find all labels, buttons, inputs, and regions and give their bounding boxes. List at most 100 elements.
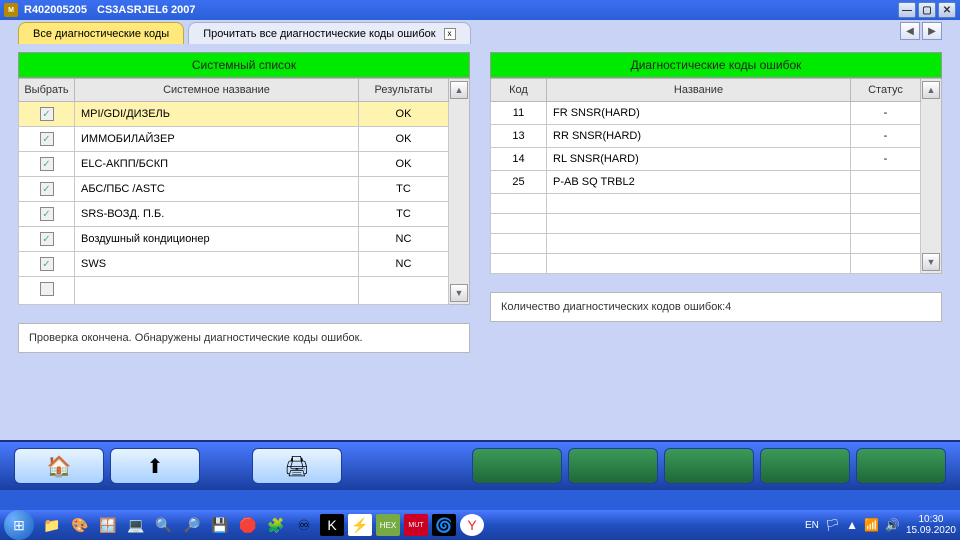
print-button[interactable]: 🖨 (252, 448, 342, 484)
app-icon[interactable]: K (320, 514, 344, 536)
volume-icon[interactable]: 🔊 (885, 518, 900, 532)
table-row[interactable] (491, 234, 921, 254)
cell-select[interactable]: ✓ (19, 102, 75, 127)
table-row[interactable]: ✓SWSNC (19, 252, 449, 277)
cell-select[interactable]: ✓ (19, 177, 75, 202)
title-model: CS3ASRJEL6 2007 (97, 4, 195, 16)
network-icon[interactable]: 📶 (864, 518, 879, 532)
maximize-button[interactable]: ▢ (918, 2, 936, 18)
toolbar-slot-5[interactable] (856, 448, 946, 484)
close-tab-icon[interactable]: x (444, 28, 456, 40)
cell-status (850, 194, 920, 214)
table-row[interactable]: 11FR SNSR(HARD)- (491, 102, 921, 125)
tab-nav: ◀ ▶ (898, 22, 942, 40)
toolbar-slot-4[interactable] (760, 448, 850, 484)
cell-select[interactable]: ✓ (19, 152, 75, 177)
checkbox-icon[interactable]: ✓ (40, 232, 54, 246)
table-row[interactable] (491, 194, 921, 214)
home-button[interactable]: 🏠 (14, 448, 104, 484)
paint-icon[interactable]: 🎨 (68, 514, 92, 536)
table-row[interactable] (19, 277, 449, 305)
language-indicator[interactable]: EN (805, 520, 819, 531)
table-row[interactable]: ✓MPI/GDI/ДИЗЕЛЬOK (19, 102, 449, 127)
table-row[interactable]: ✓Воздушный кондиционерNC (19, 227, 449, 252)
toolbar-slot-3[interactable] (664, 448, 754, 484)
checkbox-icon[interactable]: ✓ (40, 107, 54, 121)
tab-all-codes[interactable]: Все диагностические коды (18, 22, 184, 44)
scroll-up-icon[interactable]: ▲ (450, 81, 468, 99)
toolbar-slot-1[interactable] (472, 448, 562, 484)
checkbox-icon[interactable]: ✓ (40, 182, 54, 196)
back-button[interactable]: ⬆ (110, 448, 200, 484)
dtc-panel: Диагностические коды ошибок Код Название… (490, 52, 942, 430)
windows-taskbar: ⊞ 📁 🎨 🪟 💻 🔍 🔎 💾 🛑 🧩 ♾ K ⚡ HEX MUT 🌀 Y EN… (0, 510, 960, 540)
checkbox-icon[interactable]: ✓ (40, 157, 54, 171)
start-button[interactable]: ⊞ (4, 510, 34, 540)
cell-select[interactable]: ✓ (19, 202, 75, 227)
table-row[interactable] (491, 214, 921, 234)
app-icon[interactable]: ⚡ (348, 514, 372, 536)
table-row[interactable]: ✓ИММОБИЛАЙЗЕРOK (19, 127, 449, 152)
cell-result: OK (358, 102, 448, 127)
app-icon[interactable]: ♾ (292, 514, 316, 536)
table-row[interactable] (491, 254, 921, 274)
toolbar-slot-2[interactable] (568, 448, 658, 484)
close-button[interactable]: ✕ (938, 2, 956, 18)
cell-result: NC (358, 252, 448, 277)
tab-prev-button[interactable]: ◀ (900, 22, 920, 40)
yandex-icon[interactable]: Y (460, 514, 484, 536)
table-row[interactable]: ✓ELC-АКПП/БСКПOK (19, 152, 449, 177)
cell-name: P-AB SQ TRBL2 (547, 171, 851, 194)
cell-select[interactable]: ✓ (19, 252, 75, 277)
tab-next-button[interactable]: ▶ (922, 22, 942, 40)
cell-name (547, 214, 851, 234)
cell-code (491, 194, 547, 214)
cell-select[interactable]: ✓ (19, 227, 75, 252)
tray-icon[interactable]: ▲ (846, 518, 858, 532)
dtc-scrollbar[interactable]: ▲ ▼ (921, 78, 942, 274)
scroll-up-icon[interactable]: ▲ (922, 81, 940, 99)
system-tray: EN 🏳 ▲ 📶 🔊 10:30 15.09.2020 (805, 514, 956, 536)
app-icon[interactable]: 🛑 (236, 514, 260, 536)
table-row[interactable]: 14RL SNSR(HARD)- (491, 148, 921, 171)
cell-result: OK (358, 152, 448, 177)
clock[interactable]: 10:30 15.09.2020 (906, 514, 956, 536)
dtc-table: Код Название Статус 11FR SNSR(HARD)-13RR… (490, 78, 921, 274)
cell-select[interactable] (19, 277, 75, 305)
table-row[interactable]: 13RR SNSR(HARD)- (491, 125, 921, 148)
scroll-down-icon[interactable]: ▼ (922, 253, 940, 271)
cell-status: - (850, 148, 920, 171)
cell-select[interactable]: ✓ (19, 127, 75, 152)
checkbox-icon[interactable] (40, 282, 54, 296)
cell-name: RL SNSR(HARD) (547, 148, 851, 171)
cell-name (75, 277, 359, 305)
hex-icon[interactable]: HEX (376, 514, 400, 536)
explorer-icon[interactable]: 📁 (40, 514, 64, 536)
table-row[interactable]: ✓АБС/ПБС /ASTCTC (19, 177, 449, 202)
app-icon[interactable]: 🌀 (432, 514, 456, 536)
scroll-down-icon[interactable]: ▼ (450, 284, 468, 302)
app-icon[interactable]: 💻 (124, 514, 148, 536)
minimize-button[interactable]: — (898, 2, 916, 18)
taskbar-apps: 📁 🎨 🪟 💻 🔍 🔎 💾 🛑 🧩 ♾ K ⚡ HEX MUT 🌀 Y (40, 514, 484, 536)
col-code: Код (491, 79, 547, 102)
cell-result: TC (358, 202, 448, 227)
cell-code: 14 (491, 148, 547, 171)
checkbox-icon[interactable]: ✓ (40, 257, 54, 271)
tab-read-errors[interactable]: Прочитать все диагностические коды ошибо… (188, 22, 470, 44)
system-list-panel: Системный список Выбрать Системное назва… (18, 52, 470, 430)
system-scrollbar[interactable]: ▲ ▼ (449, 78, 470, 305)
cell-result (358, 277, 448, 305)
checkbox-icon[interactable]: ✓ (40, 207, 54, 221)
app-icon[interactable]: 🔎 (180, 514, 204, 536)
app-icon[interactable]: 🧩 (264, 514, 288, 536)
app-icon[interactable]: 🔍 (152, 514, 176, 536)
save-icon[interactable]: 💾 (208, 514, 232, 536)
dtc-table-wrap: Код Название Статус 11FR SNSR(HARD)-13RR… (490, 78, 942, 274)
table-row[interactable]: ✓SRS-ВОЗД. П.Б.TC (19, 202, 449, 227)
app-icon[interactable]: 🪟 (96, 514, 120, 536)
flag-icon[interactable]: 🏳 (825, 518, 840, 532)
checkbox-icon[interactable]: ✓ (40, 132, 54, 146)
table-row[interactable]: 25P-AB SQ TRBL2 (491, 171, 921, 194)
mut-icon[interactable]: MUT (404, 514, 428, 536)
